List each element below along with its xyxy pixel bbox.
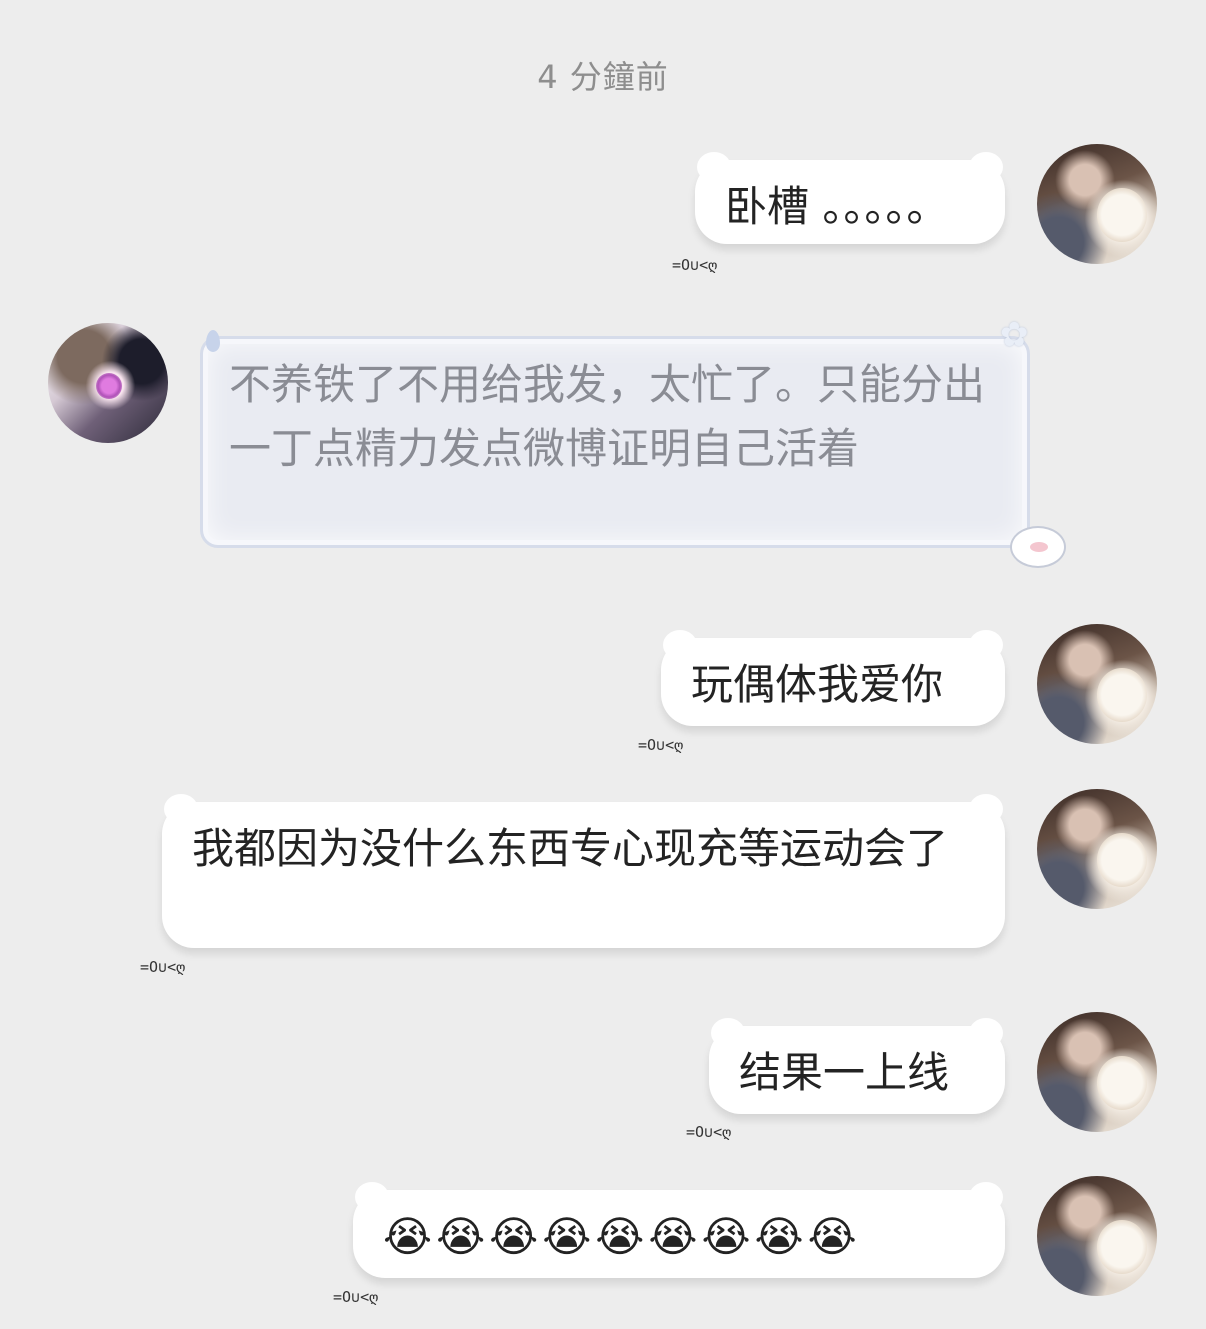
bubble-decoration: =O∪<ღ <box>686 1123 732 1141</box>
message-bubble[interactable]: 😭😭😭😭😭😭😭😭😭 <box>353 1182 1005 1278</box>
my-avatar[interactable] <box>1037 789 1157 909</box>
bunny-icon <box>1010 526 1066 568</box>
message-text: 😭😭😭😭😭😭😭😭😭 <box>383 1212 861 1261</box>
my-avatar[interactable] <box>1037 1176 1157 1296</box>
message-text: 卧槽 。。。。。 <box>725 182 949 231</box>
flower-icon: ✿ <box>1000 315 1029 355</box>
my-avatar[interactable] <box>1037 1012 1157 1132</box>
contact-avatar[interactable] <box>48 323 168 443</box>
bubble-decoration: =O∪<ღ <box>672 256 718 274</box>
droplet-icon <box>206 330 220 352</box>
message-timestamp: 4 分鐘前 <box>537 58 669 96</box>
message-bubble[interactable]: 卧槽 。。。。。 <box>695 152 1005 244</box>
bubble-decoration: =O∪<ღ <box>333 1288 379 1306</box>
message-text: 结果一上线 <box>739 1048 950 1097</box>
bubble-decoration: =O∪<ღ <box>638 736 684 754</box>
message-bubble-incoming[interactable]: 不养铁了不用给我发，太忙了。只能分出一丁点精力发点微博证明自己活着 <box>200 336 1030 548</box>
message-bubble[interactable]: 我都因为没什么东西专心现充等运动会了 <box>162 794 1005 948</box>
message-text: 玩偶体我爱你 <box>691 660 944 709</box>
message-bubble[interactable]: 玩偶体我爱你 <box>661 630 1005 726</box>
my-avatar[interactable] <box>1037 144 1157 264</box>
my-avatar[interactable] <box>1037 624 1157 744</box>
message-text: 我都因为没什么东西专心现充等运动会了 <box>192 824 949 873</box>
message-text: 不养铁了不用给我发，太忙了。只能分出一丁点精力发点微博证明自己活着 <box>229 360 986 473</box>
message-bubble[interactable]: 结果一上线 <box>709 1018 1005 1114</box>
bubble-decoration: =O∪<ღ <box>140 958 186 976</box>
